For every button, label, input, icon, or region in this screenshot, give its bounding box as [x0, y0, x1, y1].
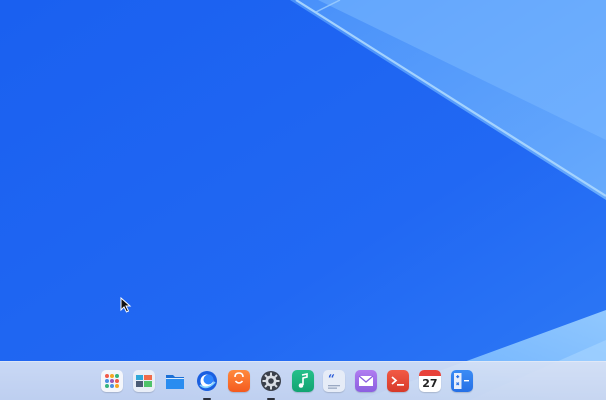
app-grid-icon: [100, 370, 123, 392]
calendar-day: 27: [422, 377, 438, 390]
dock-item-calendar[interactable]: 27: [414, 370, 446, 396]
dock: “ 27: [0, 361, 606, 400]
mail-icon: [355, 370, 378, 392]
dock-item-launcher[interactable]: [96, 370, 128, 396]
terminal-icon: [387, 370, 410, 392]
dock-item-calculator[interactable]: [446, 370, 478, 396]
dock-item-music[interactable]: [287, 370, 319, 396]
dock-item-browser[interactable]: [191, 370, 223, 400]
dock-item-terminal[interactable]: [382, 370, 414, 396]
dock-item-mail[interactable]: [350, 370, 382, 396]
gear-icon: [260, 370, 282, 392]
dock-icons: “ 27: [96, 370, 478, 400]
workspaces-icon: [132, 370, 155, 392]
svg-text:“: “: [328, 372, 335, 386]
desktop-wallpaper: [0, 0, 606, 400]
dock-item-settings[interactable]: [255, 370, 287, 400]
shopping-bag-icon: [228, 370, 251, 392]
dock-item-text-editor[interactable]: “: [319, 370, 351, 396]
quote-document-icon: “: [323, 370, 346, 392]
dock-item-multitasking-view[interactable]: [128, 370, 160, 396]
dock-item-app-store[interactable]: [223, 370, 255, 396]
mouse-cursor-icon: [120, 297, 132, 313]
folder-icon: [164, 370, 186, 392]
browser-icon: [196, 370, 218, 392]
desktop[interactable]: “ 27: [0, 0, 606, 400]
music-note-icon: [291, 370, 314, 392]
calendar-icon: 27: [418, 370, 441, 392]
dock-item-file-manager[interactable]: [160, 370, 192, 396]
calculator-icon: [450, 370, 473, 392]
